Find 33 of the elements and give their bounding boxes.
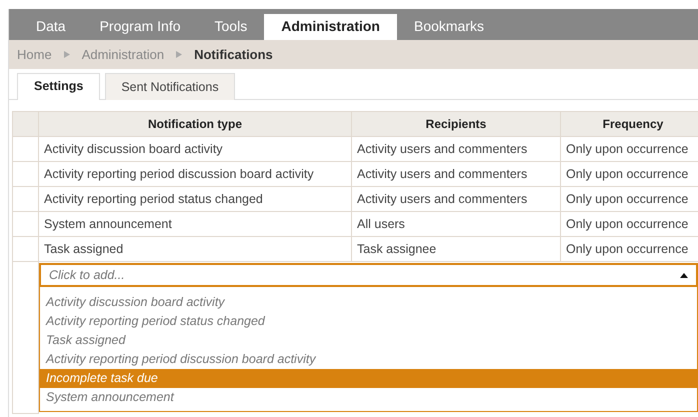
table-cell: Activity reporting period discussion board activity xyxy=(38,162,352,186)
dropdown-option[interactable]: Activity discussion board activity xyxy=(40,293,696,312)
sub-tab[interactable]: Settings xyxy=(17,73,100,100)
nav-tab[interactable]: Tools xyxy=(198,14,264,40)
table-cell: All users xyxy=(352,212,560,236)
column-header: Recipients xyxy=(352,112,560,136)
table-cell: Task assigned xyxy=(38,236,352,262)
breadcrumb-link[interactable]: Home xyxy=(17,44,52,64)
table-cell: Activity users and commenters xyxy=(352,186,560,212)
table-cell: Activity discussion board activity xyxy=(38,136,352,162)
add-dropdown[interactable]: Click to add... xyxy=(39,263,698,287)
dropdown-option[interactable]: System announcement xyxy=(40,388,696,407)
table-cell: Activity users and commenters xyxy=(352,136,560,162)
breadcrumb-separator-icon xyxy=(64,51,70,58)
nav-tab[interactable]: Program Info xyxy=(82,14,198,40)
table-cell: Activity reporting period status changed xyxy=(38,186,352,212)
dropdown-option[interactable]: Activity reporting period discussion board activity xyxy=(40,350,696,369)
nav-tab[interactable]: Bookmarks xyxy=(396,14,502,40)
header-cell xyxy=(12,112,38,136)
column-header: Frequency xyxy=(560,112,698,136)
sub-tab[interactable]: Sent Notifications xyxy=(105,73,235,100)
breadcrumb-separator-icon xyxy=(176,51,182,58)
table-cell: Activity users and commenters xyxy=(352,162,560,186)
table-cell: System announcement xyxy=(38,212,352,236)
dropdown-option[interactable]: Task assigned xyxy=(40,331,696,350)
column-header: Notification type xyxy=(38,112,352,136)
dropdown-option[interactable]: Activity reporting period status changed xyxy=(40,312,696,331)
breadcrumb-link[interactable]: Administration xyxy=(82,44,164,64)
nav-tab[interactable]: Administration xyxy=(264,14,397,40)
nav-tab[interactable]: Data xyxy=(19,14,83,40)
dropdown-option[interactable]: Incomplete task due xyxy=(40,369,696,388)
caret-icon xyxy=(680,272,688,278)
table-cell: Task assignee xyxy=(352,236,560,262)
